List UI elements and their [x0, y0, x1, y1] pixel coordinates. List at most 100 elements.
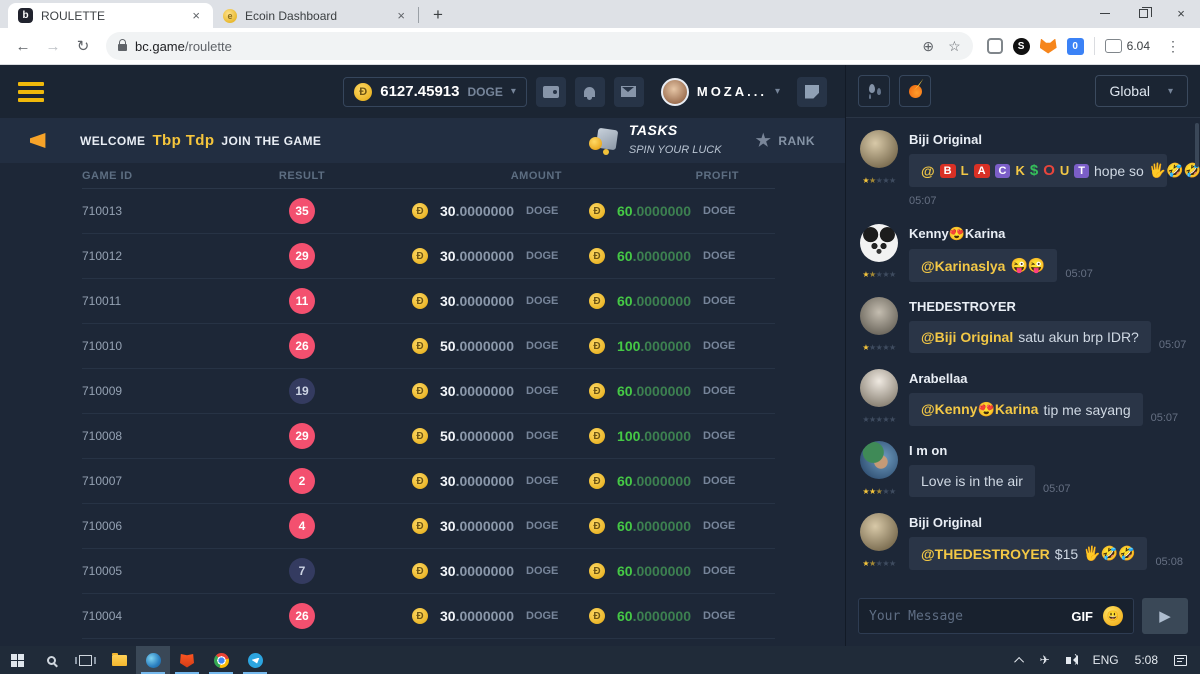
amount-decimals: .0000000 — [456, 518, 514, 534]
header-profit: PROFIT — [562, 170, 775, 182]
reload-button[interactable]: ↻ — [70, 33, 96, 59]
profit-value: 60 — [617, 563, 633, 579]
chat-username[interactable]: Kenny😍Karina — [909, 226, 1188, 242]
amount-value: 50 — [440, 338, 456, 354]
address-bar[interactable]: bc.game/roulette ⊕ ☆ — [106, 32, 973, 60]
welcome-label: WELCOME — [80, 134, 145, 148]
tab-close-icon[interactable]: × — [394, 8, 408, 23]
site-topbar: Ð 6127.45913 DOGE ▾ MOZA... ▾ — [0, 65, 845, 118]
channel-selector[interactable]: Global ▾ — [1095, 75, 1189, 107]
chat-username[interactable]: THEDESTROYER — [909, 299, 1188, 314]
task-view-button[interactable] — [68, 646, 102, 674]
volume-button[interactable] — [1059, 646, 1084, 674]
mention[interactable]: @Kenny😍Karina — [921, 401, 1038, 418]
amount-cell: Ð 30.0000000 DOGE — [382, 203, 562, 219]
avatar[interactable] — [860, 297, 898, 335]
action-center-button[interactable] — [1167, 646, 1194, 674]
chat-message: ★★★★★ Biji Original @ B L A C — [858, 130, 1188, 209]
https-lock-icon[interactable] — [118, 44, 127, 51]
browser-menu-icon[interactable]: ⋮ — [1160, 38, 1186, 55]
clock[interactable]: 5:08 — [1128, 646, 1165, 674]
emoji-picker-button[interactable]: 😃 — [1103, 606, 1123, 626]
avatar[interactable] — [860, 513, 898, 551]
avatar[interactable] — [860, 224, 898, 262]
user-menu[interactable]: MOZA... ▾ — [661, 78, 780, 106]
tab-close-icon[interactable]: × — [189, 8, 203, 23]
mention[interactable]: @Karinaslya — [921, 258, 1005, 274]
doge-coin-icon: Ð — [412, 563, 428, 579]
chat-scrollbar[interactable] — [1195, 123, 1199, 167]
taskbar-search-button[interactable] — [34, 646, 68, 674]
table-row[interactable]: 710011 11 Ð 30.0000000 DOGE Ð 60.0000000… — [82, 279, 775, 324]
maximize-button[interactable] — [1124, 0, 1162, 26]
amount-decimals: .0000000 — [456, 383, 514, 399]
table-row[interactable]: 710006 4 Ð 30.0000000 DOGE Ð 60.0000000 … — [82, 504, 775, 549]
tasks-widget[interactable]: TASKSSPIN YOUR LUCK — [589, 122, 722, 160]
coin-drop-button[interactable] — [899, 75, 931, 107]
tray-expand-button[interactable] — [1010, 646, 1031, 674]
tab-ecoin-dashboard[interactable]: e Ecoin Dashboard × — [213, 3, 418, 28]
mention[interactable]: @Biji Original — [921, 329, 1013, 345]
taskbar-app-active[interactable] — [136, 646, 170, 674]
chat-username[interactable]: Arabellaa — [909, 371, 1188, 386]
tab-roulette[interactable]: b ROULETTE × — [8, 3, 213, 28]
send-button[interactable]: ▶ — [1142, 598, 1188, 634]
chat-bubble: @ B L A C K $ O U T — [909, 154, 1167, 187]
bookmark-star-icon[interactable]: ☆ — [948, 38, 961, 55]
profit-decimals: .0000000 — [633, 203, 691, 219]
mention[interactable]: @THEDESTROYER — [921, 546, 1050, 562]
rain-button[interactable] — [858, 75, 890, 107]
extension-cube-icon[interactable] — [987, 38, 1003, 54]
avatar[interactable] — [860, 130, 898, 168]
extension-s-icon[interactable]: S — [1013, 38, 1030, 55]
currency-label: DOGE — [703, 520, 739, 532]
metamask-icon[interactable] — [1040, 39, 1057, 54]
send-to-device-icon[interactable]: ⊕ — [922, 38, 934, 55]
rank-widget[interactable]: ★ RANK — [756, 131, 815, 151]
chat-bubble: @Biji Original satu akun brp IDR? — [909, 321, 1151, 353]
chat-username[interactable]: I m on — [909, 443, 1188, 458]
extension-blue-icon[interactable]: 0 — [1067, 38, 1084, 55]
table-row[interactable]: 710013 35 Ð 30.0000000 DOGE Ð 60.0000000… — [82, 189, 775, 234]
table-row[interactable]: 710009 19 Ð 30.0000000 DOGE Ð 60.0000000… — [82, 369, 775, 414]
url-text: bc.game/roulette — [135, 39, 232, 54]
airplane-mode-icon[interactable]: ✈ — [1033, 646, 1057, 674]
balance-selector[interactable]: Ð 6127.45913 DOGE ▾ — [343, 77, 527, 107]
new-tab-button[interactable]: + — [423, 5, 453, 28]
hamburger-menu-icon[interactable] — [18, 78, 44, 106]
notifications-button[interactable] — [575, 77, 605, 107]
price-ticker-extension[interactable]: 6.04 — [1105, 39, 1150, 53]
message-input[interactable] — [869, 609, 1061, 624]
taskbar-app-brave[interactable] — [170, 646, 204, 674]
mention-letter: L — [961, 163, 969, 178]
table-row[interactable]: 710008 29 Ð 50.0000000 DOGE Ð 100.000000… — [82, 414, 775, 459]
avatar[interactable] — [860, 441, 898, 479]
taskbar-app-telegram[interactable] — [238, 646, 272, 674]
message-inputbox[interactable]: GIF 😃 — [858, 598, 1134, 634]
amount-cell: Ð 30.0000000 DOGE — [382, 473, 562, 489]
avatar[interactable] — [860, 369, 898, 407]
table-row[interactable]: 710007 2 Ð 30.0000000 DOGE Ð 60.0000000 … — [82, 459, 775, 504]
close-button[interactable]: × — [1162, 0, 1200, 26]
table-row[interactable]: 710004 26 Ð 30.0000000 DOGE Ð 60.0000000… — [82, 594, 775, 639]
chat-username[interactable]: Biji Original — [909, 515, 1188, 530]
header-game-id: GAME ID — [82, 170, 222, 182]
chat-username[interactable]: Biji Original — [909, 132, 1188, 147]
table-row[interactable]: 710012 29 Ð 30.0000000 DOGE Ð 60.0000000… — [82, 234, 775, 279]
profit-decimals: .0000000 — [633, 563, 691, 579]
start-button[interactable] — [0, 646, 34, 674]
taskbar-app-chrome[interactable] — [204, 646, 238, 674]
chat-panel-toggle-button[interactable] — [797, 77, 827, 107]
profit-decimals: .0000000 — [633, 518, 691, 534]
gif-button[interactable]: GIF — [1071, 609, 1093, 624]
language-indicator[interactable]: ENG — [1086, 646, 1126, 674]
table-row[interactable]: 710010 26 Ð 50.0000000 DOGE Ð 100.000000… — [82, 324, 775, 369]
file-explorer-button[interactable] — [102, 646, 136, 674]
forward-button[interactable]: → — [40, 33, 66, 59]
back-button[interactable]: ← — [10, 33, 36, 59]
game-id: 710008 — [82, 429, 222, 443]
minimize-button[interactable] — [1086, 0, 1124, 26]
messages-button[interactable] — [614, 77, 644, 107]
wallet-button[interactable] — [536, 77, 566, 107]
table-row[interactable]: 710005 7 Ð 30.0000000 DOGE Ð 60.0000000 … — [82, 549, 775, 594]
